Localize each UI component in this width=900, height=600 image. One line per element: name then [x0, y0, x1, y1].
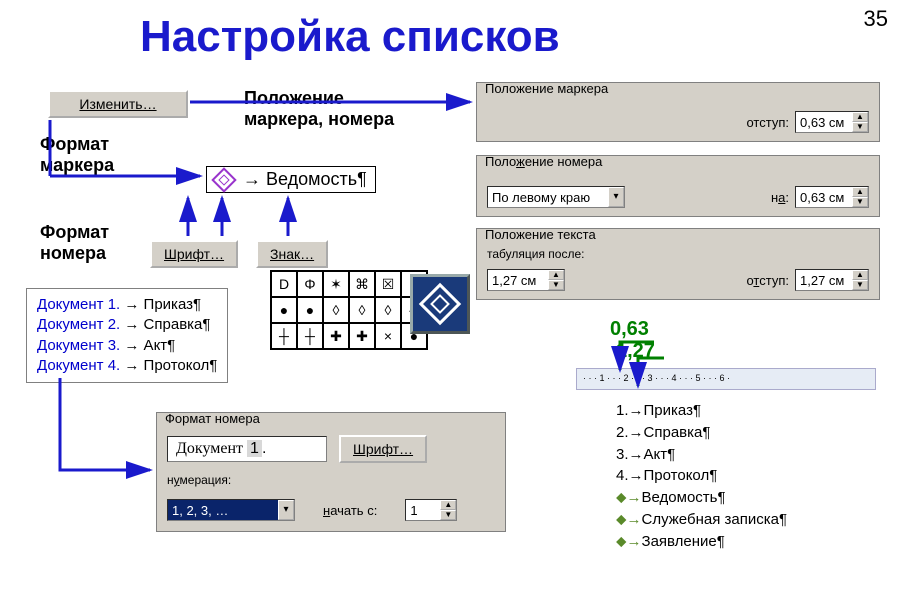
list-item: 3.→Акт¶	[616, 444, 787, 466]
ruler: · · · 1 · · · 2 · · · 3 · · · 4 · · · 5 …	[576, 368, 876, 390]
indent-label: отступ:	[746, 115, 789, 130]
marker-indent-spinner[interactable]: ▲▼	[795, 111, 869, 133]
on-label: на:	[771, 190, 789, 205]
chevron-down-icon: ▾	[278, 500, 294, 520]
start-spinner[interactable]: ▲▼	[405, 499, 457, 521]
number-align-select[interactable]: ▾	[487, 186, 625, 208]
list-item: 2.→Справка¶	[616, 422, 787, 444]
list-item: ⬥→Служебная записка¶	[616, 509, 787, 531]
label-marker-format: Формат маркера	[40, 134, 114, 176]
font-button[interactable]: Шрифт…	[150, 240, 238, 268]
group-text-position: Положение текста табуляция после: ▲▼ отс…	[476, 228, 880, 300]
tab-after-spinner[interactable]: ▲▼	[487, 269, 565, 291]
list-item: 1.→Приказ¶	[616, 400, 787, 422]
list-item: Документ 3. → Акт¶	[37, 336, 217, 356]
text-indent-spinner[interactable]: ▲▼	[795, 269, 869, 291]
list-item: 4.→Протокол¶	[616, 465, 787, 487]
group-number-format: Формат номера Документ 1. Шрифт… нумерац…	[156, 412, 506, 532]
down-icon: ▼	[852, 280, 868, 290]
selected-char-preview	[410, 274, 470, 334]
format-sample-box: Документ 1.	[167, 436, 327, 462]
diamond-icon	[211, 167, 236, 192]
annotation-063: 0,63	[610, 318, 649, 341]
list-item: Документ 1. → Приказ¶	[37, 295, 217, 315]
chevron-down-icon: ▾	[608, 187, 624, 207]
group-marker-position: Положение маркера отступ: ▲▼	[476, 82, 880, 142]
up-icon: ▲	[852, 270, 868, 280]
sample-list: 1.→Приказ¶ 2.→Справка¶ 3.→Акт¶ 4.→Проток…	[616, 400, 787, 552]
page-number: 35	[864, 6, 888, 32]
up-icon: ▲	[852, 112, 868, 122]
up-icon: ▲	[440, 500, 456, 510]
document-list: Документ 1. → Приказ¶ Документ 2. → Спра…	[26, 288, 228, 383]
diamond-icon	[419, 283, 461, 325]
list-item: Документ 2. → Справка¶	[37, 315, 217, 335]
edit-button[interactable]: Изменить…	[48, 90, 188, 118]
label-number-format: Формат номера	[40, 222, 109, 264]
down-icon: ▼	[548, 280, 564, 290]
up-icon: ▲	[852, 187, 868, 197]
down-icon: ▼	[440, 510, 456, 520]
start-label: начать с:	[323, 503, 377, 518]
annotation-127: 1,27	[616, 340, 655, 363]
font-button-2[interactable]: Шрифт…	[339, 435, 427, 463]
list-item: ⬥→Ведомость¶	[616, 487, 787, 509]
label-marker-number-position: Положение маркера, номера	[244, 88, 394, 130]
page-title: Настройка списков	[140, 12, 560, 62]
bullet-sample-text: → Ведомость¶	[243, 169, 367, 190]
bullet-sample-box: → Ведомость¶	[206, 166, 376, 193]
down-icon: ▼	[852, 197, 868, 207]
up-icon: ▲	[548, 270, 564, 280]
numbering-select[interactable]: ▾	[167, 499, 295, 521]
text-indent-label: отступ:	[746, 273, 789, 288]
tab-after-label: табуляция после:	[487, 247, 584, 261]
down-icon: ▼	[852, 122, 868, 132]
list-item: Документ 4. → Протокол¶	[37, 356, 217, 376]
number-on-spinner[interactable]: ▲▼	[795, 186, 869, 208]
char-picker-grid[interactable]: DΦ✶⌘☒● ●●◊◊◊⬥ ┼┼✚✚×●	[270, 270, 428, 350]
list-item: ⬥→Заявление¶	[616, 531, 787, 553]
char-button[interactable]: Знак…	[256, 240, 328, 268]
numbering-label: нумерация:	[167, 473, 231, 487]
group-number-position: Положение номера ▾ на: ▲▼	[476, 155, 880, 217]
